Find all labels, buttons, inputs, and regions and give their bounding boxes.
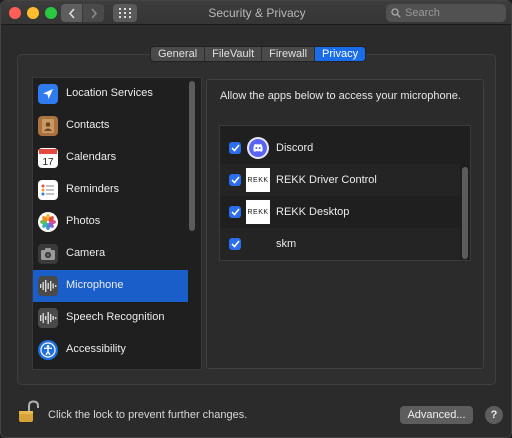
advanced-button[interactable]: Advanced... [400, 406, 473, 424]
camera-icon [38, 244, 58, 264]
rekk-logo-text: REKK [247, 176, 269, 184]
sidebar-item-speech-recognition[interactable]: Speech Recognition [33, 302, 188, 334]
tab-privacy[interactable]: Privacy [315, 47, 366, 61]
rekk-logo-icon: REKK [246, 168, 270, 192]
checkmark-icon [230, 208, 240, 216]
checkbox-rekk-driver-control[interactable] [229, 174, 241, 186]
app-row-skm[interactable]: skm [220, 228, 460, 260]
sidebar-item-label: Microphone [66, 279, 124, 291]
checkbox-skm[interactable] [229, 238, 241, 250]
lock-instruction: Click the lock to prevent further change… [48, 409, 248, 421]
app-list: Discord REKK REKK Driver Control REKK RE… [219, 125, 471, 261]
photos-flower-icon [38, 212, 58, 232]
sidebar-item-contacts[interactable]: Contacts [33, 110, 188, 142]
contacts-book-icon [38, 116, 58, 136]
unlocked-padlock-icon[interactable] [18, 400, 40, 424]
search-icon [391, 8, 401, 18]
app-name: Discord [276, 142, 314, 154]
checkbox-discord[interactable] [229, 142, 241, 154]
sidebar-item-label: Calendars [66, 151, 117, 163]
preferences-window: Security & Privacy General FileVault Fir… [0, 0, 512, 438]
svg-text:17: 17 [42, 157, 54, 167]
permissions-heading: Allow the apps below to access your micr… [220, 90, 461, 102]
calendar-icon: 17 [38, 148, 58, 168]
app-name: REKK Driver Control [276, 174, 377, 186]
tab-filevault[interactable]: FileVault [205, 47, 263, 61]
sidebar-item-label: Camera [66, 247, 106, 259]
app-row-discord[interactable]: Discord [220, 132, 460, 164]
reminders-list-icon [38, 180, 58, 200]
sidebar-item-label: Accessibility [66, 343, 126, 355]
app-row-rekk-desktop[interactable]: REKK REKK Desktop [220, 196, 460, 228]
sidebar-item-calendars[interactable]: 17 Calendars [33, 142, 188, 174]
sidebar-item-accessibility[interactable]: Accessibility [33, 334, 188, 366]
title-bar: Security & Privacy [1, 1, 511, 25]
location-arrow-icon [38, 84, 58, 104]
app-name: skm [276, 238, 297, 250]
tab-general[interactable]: General [151, 47, 206, 61]
checkbox-rekk-desktop[interactable] [229, 206, 241, 218]
tab-bar: General FileVault Firewall Privacy [150, 46, 367, 62]
app-name: REKK Desktop [276, 206, 350, 218]
sidebar-item-label: Reminders [66, 183, 120, 195]
sidebar-item-camera[interactable]: Camera [33, 238, 188, 270]
sidebar-item-reminders[interactable]: Reminders [33, 174, 188, 206]
microphone-waveform-icon [38, 276, 58, 296]
search-input[interactable] [405, 7, 495, 19]
privacy-category-list: Location Services Contacts 17 Calendars … [32, 77, 202, 370]
sidebar-scrollbar[interactable] [189, 81, 195, 231]
speech-waveform-icon [38, 308, 58, 328]
sidebar-item-location-services[interactable]: Location Services [33, 78, 188, 110]
rekk-logo-icon: REKK [246, 200, 270, 224]
sidebar-item-photos[interactable]: Photos [33, 206, 188, 238]
sidebar-item-label: Photos [66, 215, 101, 227]
sidebar-item-label: Contacts [66, 119, 110, 131]
app-list-scrollbar[interactable] [462, 167, 468, 259]
sidebar-item-label: Location Services [66, 87, 153, 99]
sidebar-item-microphone[interactable]: Microphone [33, 270, 188, 302]
rekk-logo-text: REKK [247, 208, 269, 216]
checkmark-icon [230, 240, 240, 248]
tab-firewall[interactable]: Firewall [262, 47, 316, 61]
discord-icon [246, 136, 270, 160]
checkmark-icon [230, 144, 240, 152]
search-field[interactable] [386, 4, 506, 22]
app-row-rekk-driver-control[interactable]: REKK REKK Driver Control [220, 164, 460, 196]
accessibility-person-icon [38, 340, 58, 360]
help-button[interactable]: ? [485, 406, 503, 424]
checkmark-icon [230, 176, 240, 184]
sidebar-item-label: Speech Recognition [66, 311, 165, 323]
